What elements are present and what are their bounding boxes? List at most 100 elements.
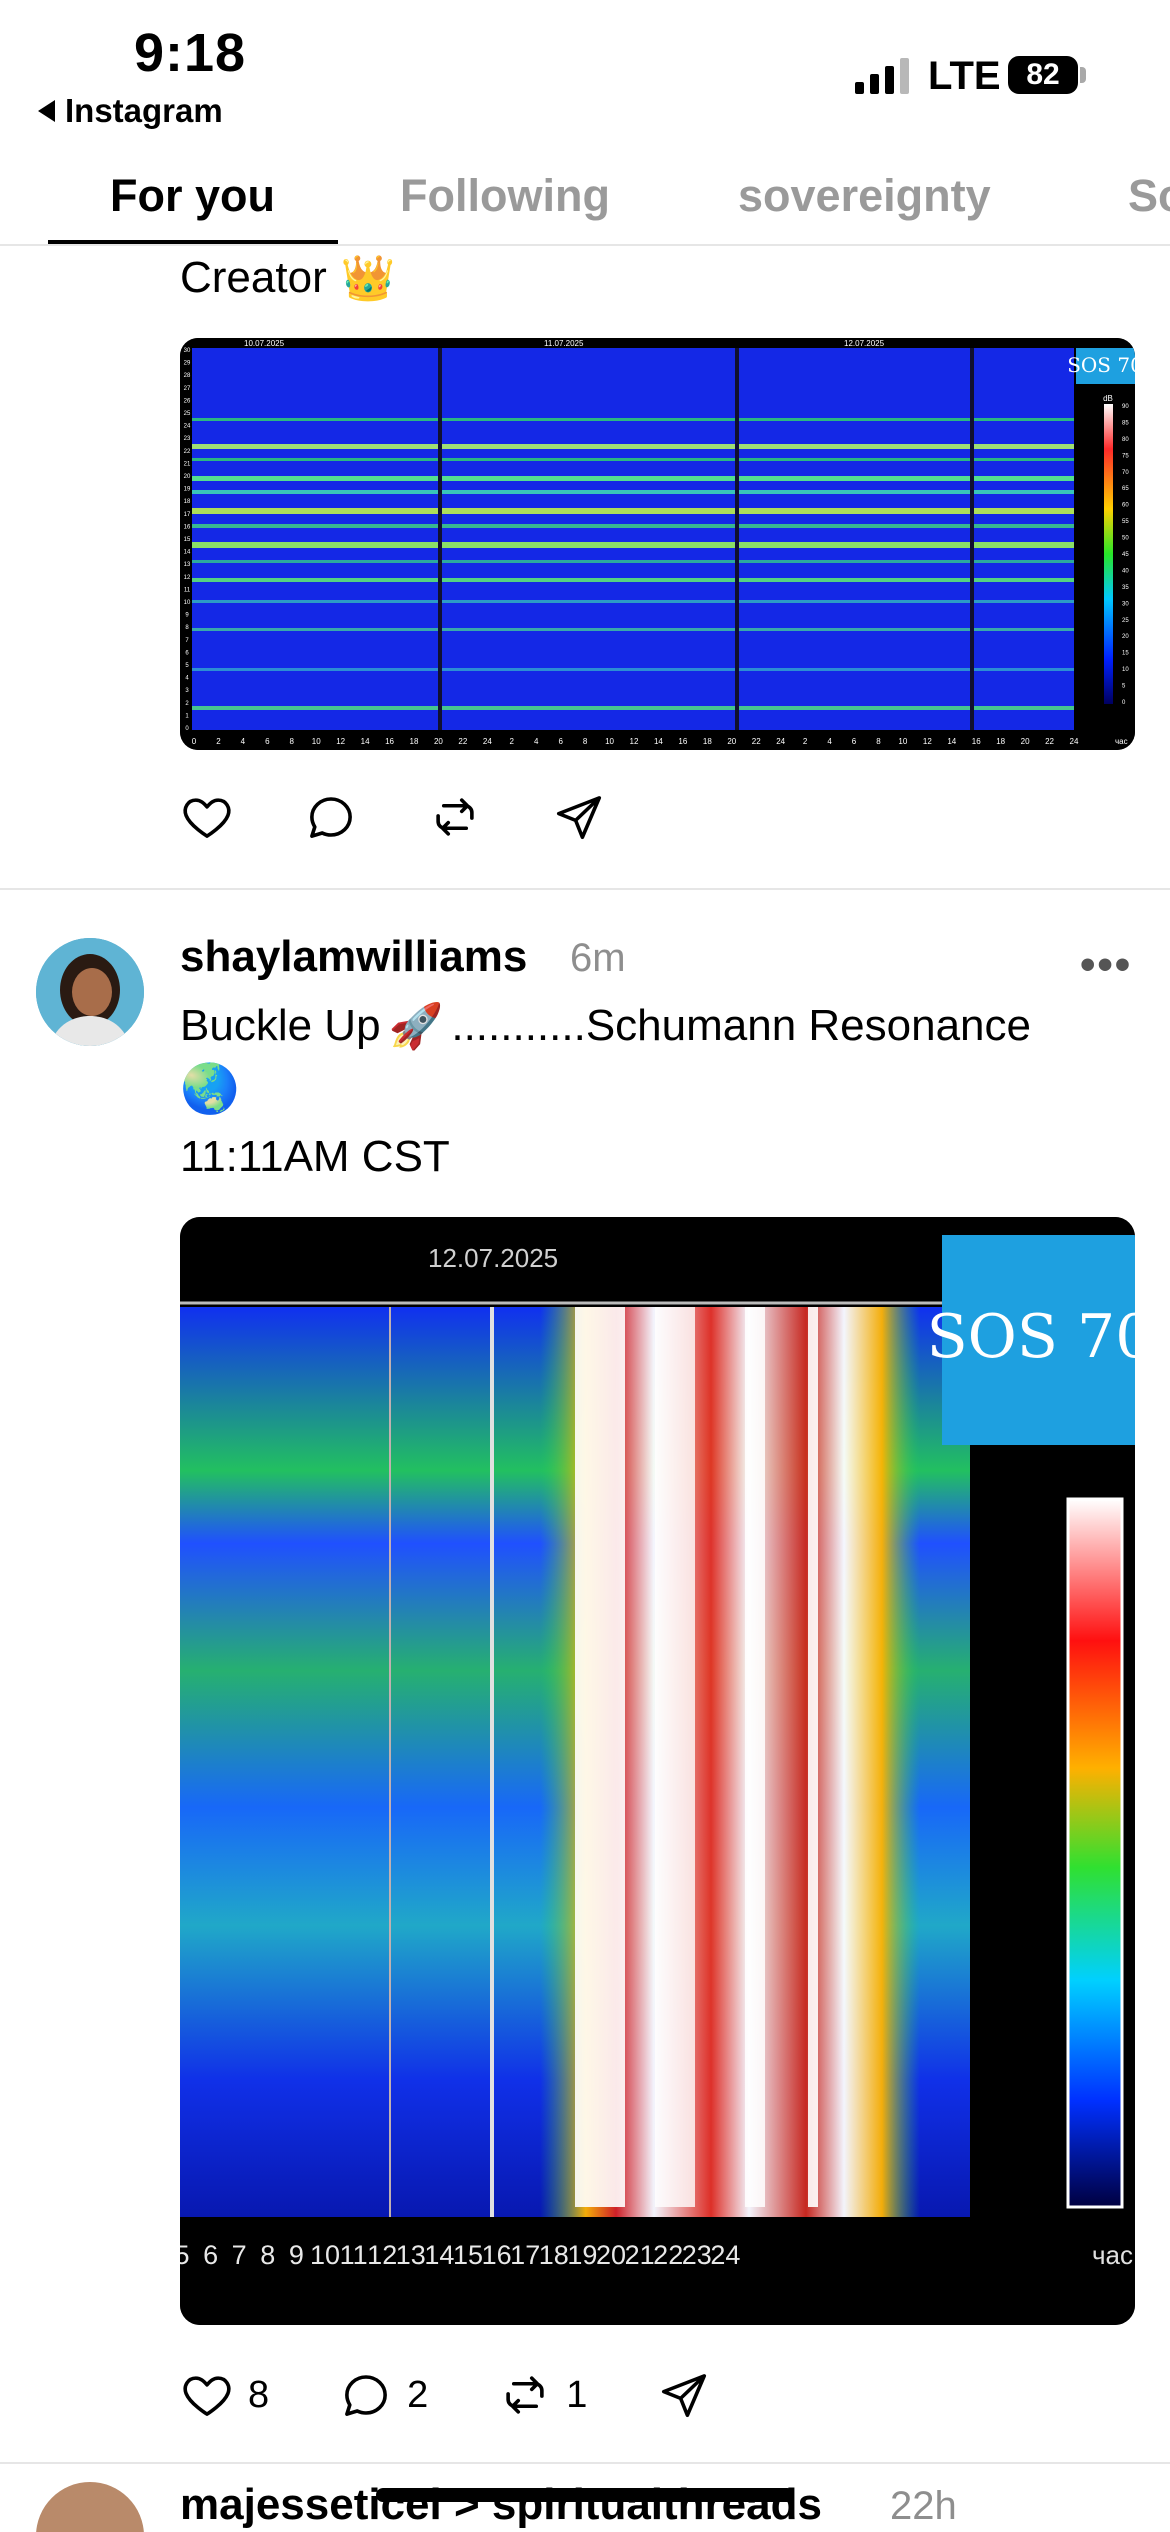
hour-unit-large: час — [1092, 2240, 1133, 2270]
post1-actions — [180, 790, 676, 844]
colorbar-tick-label: 30 — [1122, 601, 1129, 607]
colorbar-tick-label: 10 — [1122, 667, 1129, 673]
hour-tick-label: 14 — [947, 737, 956, 746]
hour-tick-label: 16 — [385, 737, 394, 746]
battery-level: 82 — [1026, 58, 1060, 91]
post-text-line1: Buckle Up 🚀 ...........Schumann Resonanc… — [180, 1000, 1031, 1052]
hour-tick-label: 22 — [1045, 737, 1054, 746]
signal-strength-icon — [855, 58, 909, 94]
tab-custom-feed[interactable]: So — [1128, 170, 1170, 222]
colorbar-tick-label: 40 — [1122, 568, 1129, 574]
post-image-spectrogram-3day[interactable]: SOS 70 10.07.2025 11.07.2025 12.07.2025 … — [180, 338, 1135, 750]
repost-button[interactable] — [428, 790, 482, 844]
colorbar-tick-label: 90 — [1122, 404, 1129, 410]
spectrogram-chart-large: SOS 70 12.07.2025 5 6 7 8 9 10 11 1213141516171… — [180, 1217, 1135, 2325]
hour-tick-label: 9 — [289, 2240, 304, 2270]
hour-tick-label: 11 — [340, 2240, 368, 2270]
freq-tick-label: 16 — [184, 524, 191, 530]
hour-tick-label: 12 — [336, 737, 345, 746]
colorbar-large — [1066, 1497, 1124, 2209]
date-label: 12.07.2025 — [428, 1243, 558, 1273]
like-button[interactable] — [180, 790, 234, 844]
colorbar-unit: dB — [1103, 394, 1113, 403]
rocket-emoji: 🚀 — [388, 1002, 444, 1051]
avatar[interactable] — [36, 2482, 144, 2532]
repost-button[interactable]: 1 — [498, 2368, 587, 2422]
home-indicator — [376, 2488, 794, 2502]
freq-tick-label: 25 — [184, 411, 191, 417]
post-image-spectrogram-day[interactable]: SOS 70 12.07.2025 5 6 7 8 9 10 11 12 13 14 15 16 17 1… — [180, 1217, 1135, 2325]
back-app-label: Instagram — [65, 92, 223, 129]
date-label-1: 10.07.2025 — [244, 339, 285, 348]
repost-icon — [436, 798, 474, 836]
post-timestamp: 22h — [890, 2484, 957, 2528]
post-text-time: 11:11AM CST — [180, 1132, 450, 1181]
back-to-app-link[interactable]: Instagram — [38, 92, 223, 130]
hour-tick-label: 2 — [216, 737, 221, 746]
hour-tick-label: 0 — [192, 737, 197, 746]
freq-tick-label: 26 — [184, 398, 191, 404]
avatar-image — [36, 938, 144, 1046]
reply-button[interactable]: 2 — [339, 2368, 428, 2422]
date-label-2: 11.07.2025 — [544, 339, 584, 348]
hour-tick-label: 10 — [310, 2240, 340, 2270]
repost-icon — [506, 2376, 544, 2414]
like-button[interactable]: 8 — [180, 2368, 269, 2422]
tab-following[interactable]: Following — [400, 170, 610, 222]
hour-tick-label: 24 — [776, 737, 785, 746]
hour-tick-label: 6 — [265, 737, 270, 746]
freq-tick-label: 23 — [184, 436, 191, 442]
reply-button[interactable] — [304, 790, 358, 844]
more-options-button[interactable]: ••• — [1080, 940, 1132, 990]
post-text: Creator 👑 — [180, 252, 396, 304]
hour-tick-label: 8 — [876, 737, 881, 746]
tab-for-you[interactable]: For you — [110, 170, 275, 222]
hour-tick-label: 24 — [1070, 737, 1079, 746]
hour-tick-label: 22 — [458, 737, 467, 746]
hour-tick-label: 16 — [482, 2240, 512, 2270]
active-tab-indicator — [48, 240, 338, 244]
freq-tick-label: 18 — [184, 499, 191, 505]
status-bar: 9:18 Instagram LTE 82 — [0, 0, 1170, 140]
share-button[interactable] — [552, 790, 606, 844]
post-text-schumann: ...........Schumann Resonance — [451, 1001, 1031, 1050]
hour-tick-label: 19 — [567, 2240, 597, 2270]
hour-tick-label: 20 — [434, 737, 443, 746]
date-label-3: 12.07.2025 — [844, 339, 885, 348]
freq-tick-label: 27 — [184, 386, 191, 392]
share-button[interactable] — [657, 2368, 711, 2422]
hour-tick-label: 17 — [510, 2240, 540, 2270]
network-type: LTE — [928, 54, 1001, 98]
hour-tick-label: 4 — [827, 737, 832, 746]
tab-sovereignty[interactable]: sovereignty — [738, 170, 991, 222]
globe-emoji: 🌏 — [180, 1063, 240, 1116]
post-username[interactable]: shaylamwilliams — [180, 932, 527, 982]
post-timestamp: 6m — [570, 936, 626, 980]
hour-tick-label: 13 — [396, 2240, 426, 2270]
freq-tick-label: 17 — [184, 512, 191, 518]
colorbar-tick-label: 50 — [1122, 536, 1129, 542]
hour-tick-label: 6 — [852, 737, 857, 746]
heart-icon — [183, 798, 231, 838]
sos-logo-small-text: SOS 70 — [1067, 353, 1135, 377]
hour-tick-label: 20 — [596, 2240, 626, 2270]
hour-tick-label: 2 — [803, 737, 808, 746]
hour-tick-label: 18 — [539, 2240, 569, 2270]
hour-tick-label: 14 — [361, 737, 370, 746]
colorbar-tick-label: 75 — [1122, 453, 1129, 459]
freq-tick-label: 24 — [184, 424, 191, 430]
post-text-buckle: Buckle Up — [180, 1001, 381, 1050]
colorbar-tick-label: 55 — [1122, 519, 1129, 525]
hour-tick-label: 18 — [410, 737, 419, 746]
crown-emoji: 👑 — [340, 254, 396, 303]
avatar[interactable] — [36, 938, 144, 1046]
freq-tick-label: 19 — [184, 487, 191, 493]
repost-count: 1 — [566, 2373, 588, 2416]
clock: 9:18 — [134, 23, 247, 83]
hour-tick-label: 22 — [752, 737, 761, 746]
hour-tick-label: 14 — [424, 2240, 454, 2270]
colorbar-tick-label: 25 — [1122, 618, 1129, 624]
heart-icon — [183, 2376, 231, 2416]
hour-tick-label: 6 — [203, 2240, 218, 2270]
spectrogram-chart: SOS 70 10.07.2025 11.07.2025 12.07.2025 … — [180, 338, 1135, 750]
